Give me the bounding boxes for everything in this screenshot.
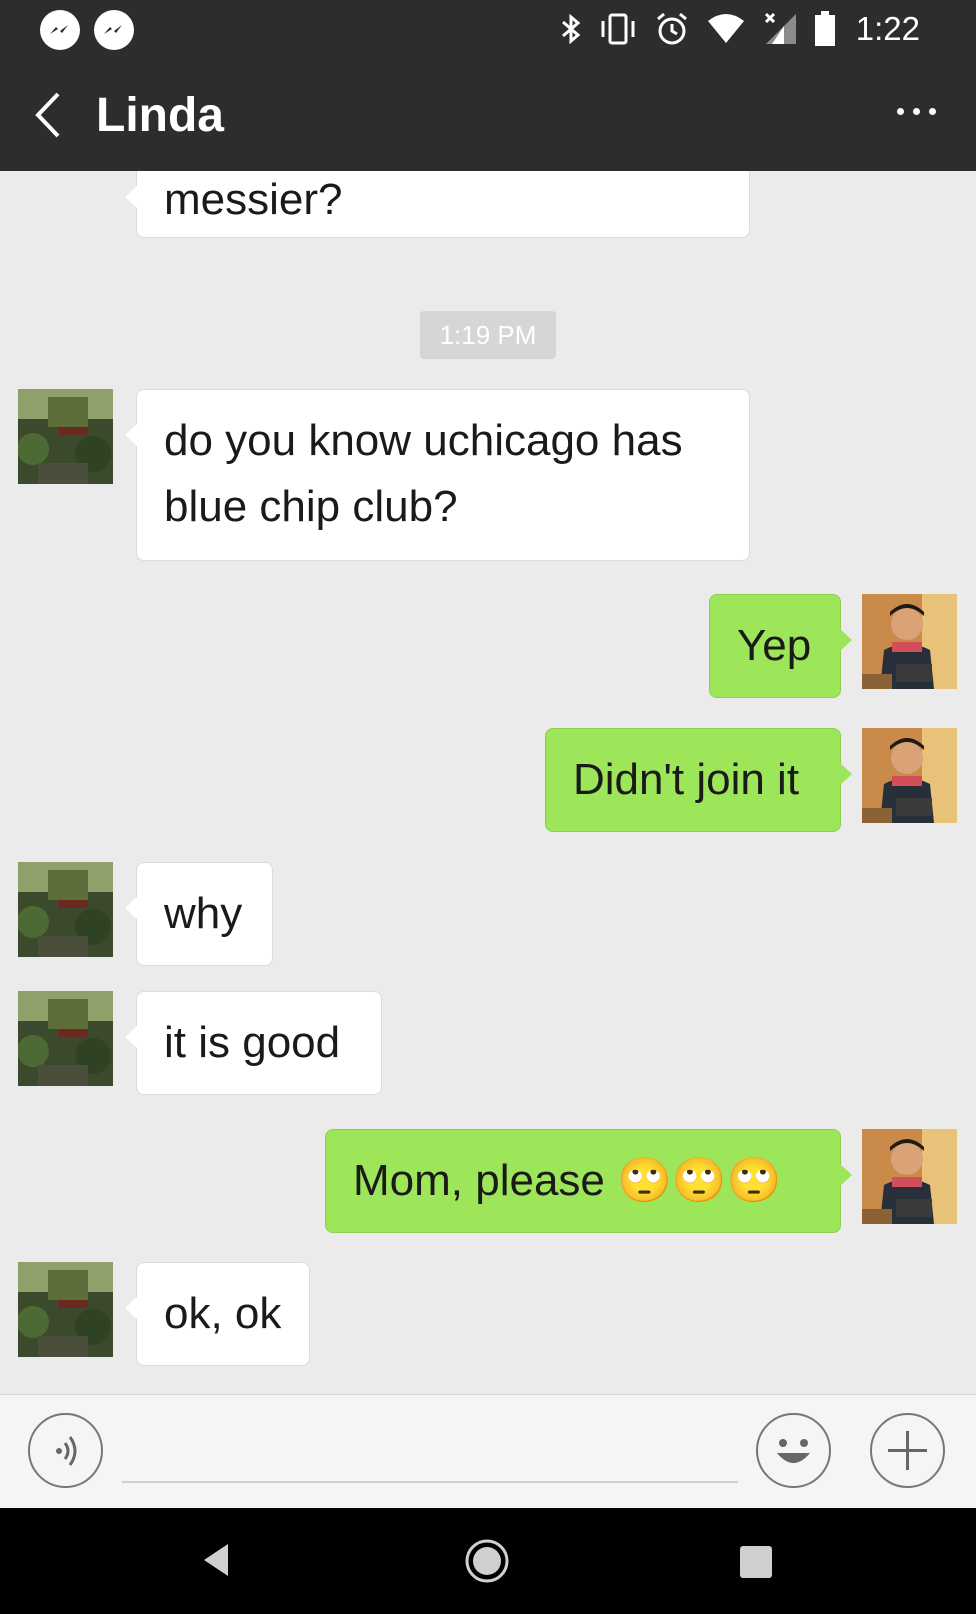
timestamp: 1:19 PM [420, 311, 556, 359]
message-bubble-outgoing[interactable]: Didn't join it [545, 728, 852, 832]
voice-button[interactable] [28, 1413, 103, 1488]
message-text: Didn't join it [573, 755, 800, 804]
message-text: Yep [737, 621, 812, 670]
emoji-button[interactable] [756, 1413, 831, 1488]
nav-recent-icon[interactable] [740, 1546, 772, 1578]
more-button[interactable] [897, 108, 936, 115]
emoji-icon [777, 1439, 810, 1463]
message-bubble-incoming[interactable]: do you know uchicago has blue chip club? [125, 389, 750, 561]
avatar-linda[interactable] [18, 1262, 113, 1357]
wifi-icon [707, 14, 744, 43]
status-bar: 1:22 [0, 0, 976, 58]
clock: 1:22 [855, 10, 920, 47]
avatar-me[interactable] [862, 594, 957, 689]
notification-icons [40, 10, 134, 50]
more-dots-icon [897, 108, 904, 115]
avatar-me[interactable] [862, 728, 957, 823]
nav-back-icon[interactable] [200, 1540, 232, 1580]
message-text: ok, ok [164, 1289, 282, 1338]
avatar-linda[interactable] [18, 389, 113, 484]
avatar-linda[interactable] [18, 991, 113, 1086]
more-actions-button[interactable] [870, 1413, 945, 1488]
system-nav-bar [0, 1508, 976, 1614]
message-text: blue chip club? [164, 482, 458, 531]
messenger-icon [40, 10, 80, 50]
message-text: messier? [164, 175, 343, 224]
bluetooth-icon [561, 13, 581, 45]
message-bubble-incoming[interactable]: messier? [125, 171, 750, 238]
battery-icon [814, 11, 835, 46]
system-icons: 1:22 [560, 8, 920, 50]
message-bubble-incoming[interactable]: it is good [125, 991, 382, 1095]
avatar-linda[interactable] [18, 862, 113, 957]
message-input[interactable] [122, 1415, 738, 1483]
avatar-me[interactable] [862, 1129, 957, 1224]
back-button[interactable] [30, 88, 70, 142]
vibrate-icon [601, 13, 635, 45]
alarm-icon [656, 12, 687, 45]
voice-icon [56, 1436, 77, 1466]
message-text: do you know uchicago has [164, 416, 683, 465]
nav-home-icon[interactable] [464, 1538, 510, 1584]
message-bubble-outgoing[interactable]: Yep [709, 594, 852, 698]
message-list[interactable]: messier? 1:19 PM do you know uchicago ha… [0, 171, 976, 1394]
message-text: it is good [164, 1018, 341, 1067]
chevron-left-icon [35, 92, 60, 138]
contact-name[interactable]: Linda [96, 88, 224, 143]
message-bubble-incoming[interactable]: ok, ok [125, 1262, 310, 1366]
signal-icon [764, 12, 796, 44]
plus-icon [888, 1431, 927, 1470]
message-text: Mom, please 🙄🙄🙄 [353, 1156, 782, 1205]
message-text: why [164, 889, 243, 938]
message-bubble-outgoing[interactable]: Mom, please 🙄🙄🙄 [325, 1129, 852, 1233]
chat-header: Linda [0, 58, 976, 171]
message-bubble-incoming[interactable]: why [125, 862, 273, 966]
input-bar [0, 1394, 976, 1508]
messenger-icon [94, 10, 134, 50]
